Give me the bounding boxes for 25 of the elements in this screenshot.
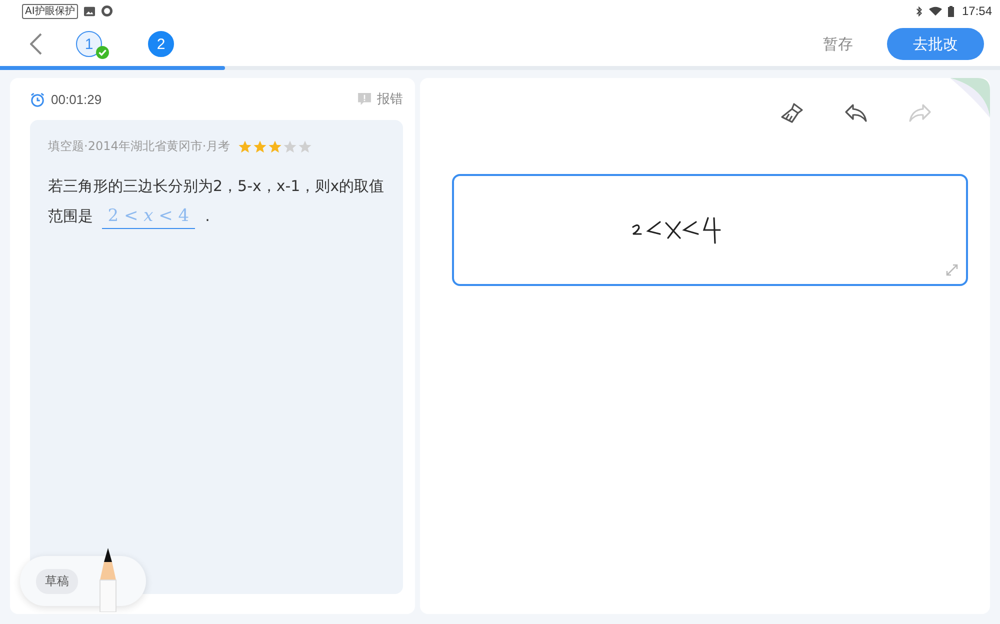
undo-icon[interactable] — [844, 102, 868, 124]
expand-icon[interactable] — [946, 264, 958, 276]
wifi-icon — [928, 6, 942, 16]
question-step[interactable]: 1 — [76, 31, 102, 57]
battery-icon — [948, 6, 954, 16]
save-draft-button[interactable]: 暂存 — [819, 30, 857, 58]
broom-icon[interactable] — [780, 102, 804, 124]
answer-input-box[interactable] — [452, 174, 968, 286]
timer-text: 00:01:29 — [51, 92, 102, 106]
draft-button[interactable]: 草稿 — [36, 568, 78, 594]
image-icon — [84, 6, 95, 16]
back-icon[interactable] — [30, 33, 42, 55]
answer-blank: 2 < x < 4 — [102, 204, 196, 229]
page-curl-icon — [950, 78, 990, 118]
clock-time: 17:54 — [962, 4, 992, 18]
bluetooth-icon — [916, 6, 923, 16]
report-error-link[interactable]: 报错 — [377, 90, 403, 108]
notification-icon — [100, 5, 113, 17]
submit-button[interactable]: 去批改 — [887, 28, 984, 60]
pencil-icon[interactable] — [98, 548, 118, 612]
alarm-clock-icon — [30, 92, 45, 106]
question-source: 填空题·2014年湖北省黄冈市·月考 — [48, 138, 230, 155]
eye-protection-badge: AI护眼保护 — [22, 4, 78, 18]
question-step[interactable]: 2 — [148, 31, 174, 57]
question-text: 若三角形的三边长分别为2，5-x，x-1，则x的取值范围是 2 < x < 4 . — [48, 171, 385, 231]
